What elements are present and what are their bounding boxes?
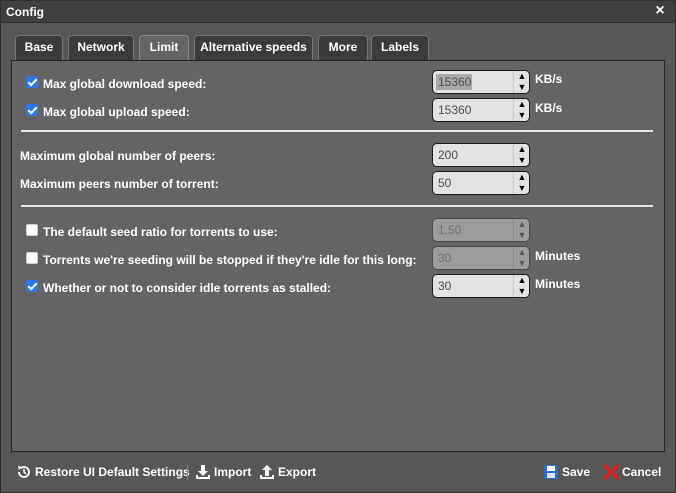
download-icon (195, 464, 211, 480)
tab-labels[interactable]: Labels (371, 35, 429, 60)
floppy-disk-icon (543, 464, 559, 480)
download-speed-stepper[interactable]: ▲ ▼ (432, 70, 530, 94)
cancel-label: Cancel (622, 465, 662, 479)
upload-speed-unit: KB/s (535, 101, 563, 115)
upload-speed-checkbox[interactable] (26, 104, 38, 116)
chevron-up-icon[interactable]: ▲ (514, 144, 529, 155)
tab-alternative-speeds[interactable]: Alternative speeds (194, 35, 313, 60)
chevron-down-icon[interactable]: ▼ (514, 183, 529, 194)
restore-defaults-button[interactable]: Restore UI Default Settings (16, 464, 190, 480)
dialog-title: Config (6, 5, 44, 19)
limit-panel: Max global download speed: ▲ ▼ KB/s Max … (11, 60, 665, 452)
idle-stalled-label: Whether or not to consider idle torrents… (43, 281, 332, 295)
upload-speed-input[interactable] (433, 99, 513, 121)
upload-speed-label: Max global upload speed: (43, 105, 190, 119)
save-button[interactable]: Save (543, 464, 590, 480)
stepper-arrows: ▲ ▼ (513, 71, 529, 93)
seed-ratio-label: The default seed ratio for torrents to u… (43, 225, 278, 239)
export-button[interactable]: Export (259, 464, 316, 480)
tab-limit[interactable]: Limit (139, 35, 189, 61)
config-dialog: Config × Base Network Limit Alternative … (0, 0, 676, 493)
export-label: Export (278, 465, 317, 479)
chevron-up-icon[interactable]: ▲ (514, 71, 529, 82)
stepper-arrows: ▲ ▼ (513, 219, 529, 241)
global-peers-input[interactable] (433, 144, 513, 166)
stepper-arrows: ▲ ▼ (513, 172, 529, 194)
footer-separator (187, 465, 188, 480)
global-peers-stepper[interactable]: ▲ ▼ (432, 143, 530, 167)
chevron-up-icon[interactable]: ▲ (514, 219, 529, 230)
seed-ratio-stepper[interactable]: ▲ ▼ (432, 218, 530, 242)
restore-defaults-label: Restore UI Default Settings (35, 465, 190, 479)
chevron-up-icon[interactable]: ▲ (514, 99, 529, 110)
download-speed-input[interactable] (433, 71, 513, 93)
idle-stop-stepper[interactable]: ▲ ▼ (432, 246, 530, 270)
section-divider (21, 205, 653, 207)
idle-stop-input[interactable] (433, 247, 513, 269)
idle-stalled-stepper[interactable]: ▲ ▼ (432, 274, 530, 298)
download-speed-checkbox[interactable] (26, 76, 38, 88)
torrent-peers-label: Maximum peers number of torrent: (20, 177, 219, 191)
torrent-peers-stepper[interactable]: ▲ ▼ (432, 171, 530, 195)
tab-more[interactable]: More (318, 35, 368, 60)
idle-stalled-input[interactable] (433, 275, 513, 297)
download-speed-label: Max global download speed: (43, 77, 207, 91)
stepper-arrows: ▲ ▼ (513, 99, 529, 121)
chevron-down-icon[interactable]: ▼ (514, 230, 529, 241)
chevron-up-icon[interactable]: ▲ (514, 247, 529, 258)
chevron-down-icon[interactable]: ▼ (514, 286, 529, 297)
close-icon[interactable]: × (653, 3, 667, 19)
stepper-arrows: ▲ ▼ (513, 144, 529, 166)
chevron-up-icon[interactable]: ▲ (514, 275, 529, 286)
cancel-button[interactable]: Cancel (603, 464, 661, 480)
stepper-arrows: ▲ ▼ (513, 247, 529, 269)
tab-network[interactable]: Network (68, 35, 134, 60)
section-divider (21, 130, 653, 132)
upload-icon (259, 464, 275, 480)
idle-stalled-unit: Minutes (535, 277, 581, 291)
save-label: Save (562, 465, 591, 479)
title-bar[interactable]: Config × (1, 1, 675, 23)
download-speed-unit: KB/s (535, 72, 563, 86)
tab-base[interactable]: Base (15, 35, 63, 60)
chevron-down-icon[interactable]: ▼ (514, 258, 529, 269)
import-label: Import (214, 465, 252, 479)
upload-speed-stepper[interactable]: ▲ ▼ (432, 98, 530, 122)
chevron-up-icon[interactable]: ▲ (514, 172, 529, 183)
seed-ratio-checkbox[interactable] (26, 224, 38, 236)
import-button[interactable]: Import (195, 464, 251, 480)
chevron-down-icon[interactable]: ▼ (514, 82, 529, 93)
red-x-icon (603, 464, 619, 480)
idle-stop-unit: Minutes (535, 249, 581, 263)
chevron-down-icon[interactable]: ▼ (514, 110, 529, 121)
idle-stalled-checkbox[interactable] (26, 280, 38, 292)
seed-ratio-input[interactable] (433, 219, 513, 241)
stepper-arrows: ▲ ▼ (513, 275, 529, 297)
torrent-peers-input[interactable] (433, 172, 513, 194)
restore-icon (16, 464, 32, 480)
idle-stop-checkbox[interactable] (26, 252, 38, 264)
global-peers-label: Maximum global number of peers: (20, 149, 216, 163)
idle-stop-label: Torrents we're seeding will be stopped i… (43, 253, 417, 267)
chevron-down-icon[interactable]: ▼ (514, 155, 529, 166)
